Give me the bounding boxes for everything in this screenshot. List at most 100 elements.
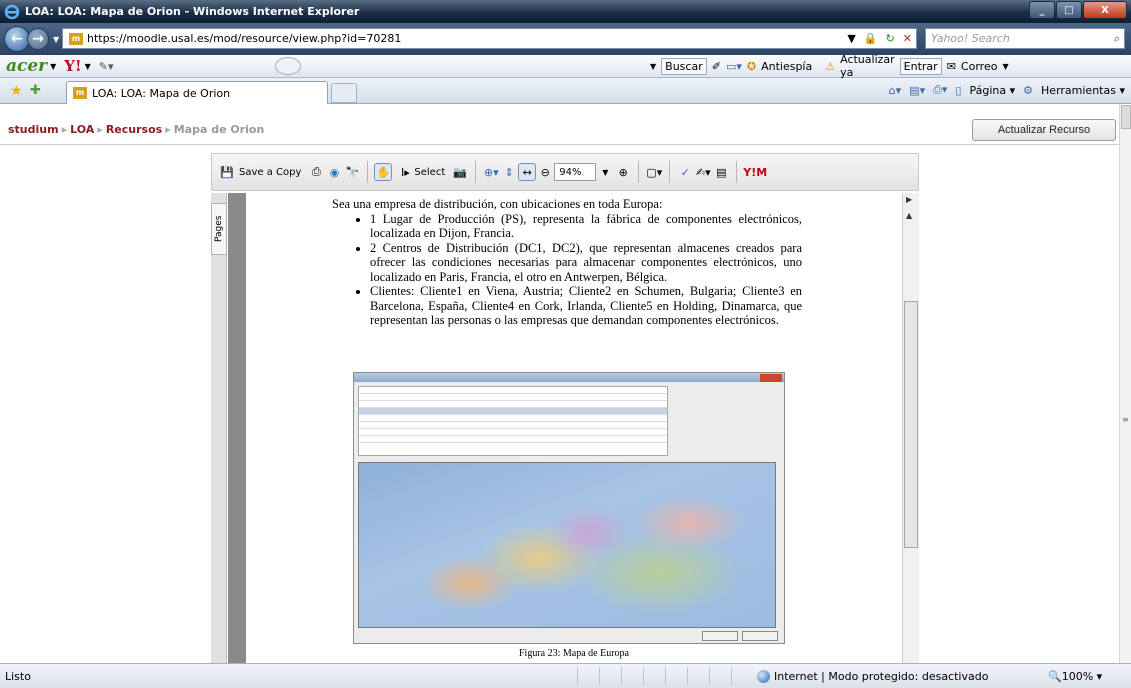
fit-width-icon[interactable]: ↔ <box>518 163 537 181</box>
pdf-scroll-up-icon[interactable]: ▲ <box>906 211 912 220</box>
yahoo-dropdown-icon[interactable]: ▼ <box>85 62 91 71</box>
mail-icon: ✉ <box>946 59 956 73</box>
zoom-field[interactable]: 94% <box>554 163 597 181</box>
moodle-navbar: studium ▸ LOA ▸ Recursos ▸ Mapa de Orion Actua… <box>0 115 1119 145</box>
address-field[interactable]: m https://moodle.usal.es/mod/resource/vi… <box>62 28 917 49</box>
moodle-favicon-icon: m <box>69 32 83 45</box>
home-icon[interactable]: ⌂▾ <box>889 84 902 97</box>
search-placeholder: Yahoo! Search <box>931 32 1010 45</box>
add-favorites-icon[interactable]: ✚ <box>30 83 41 98</box>
breadcrumb-studium[interactable]: studium <box>8 123 59 136</box>
pdf-scroll-thumb[interactable] <box>904 301 918 548</box>
correo-button[interactable]: Correo <box>961 60 998 73</box>
zoom-level[interactable]: 🔍100% ▾ <box>1048 670 1102 683</box>
favorites-star-icon[interactable]: ★ <box>10 83 23 99</box>
floppy-icon: 💾 <box>220 165 234 179</box>
pen-icon[interactable]: ✎▾ <box>99 60 114 73</box>
select-tool-button[interactable]: I▸ Select <box>396 163 445 181</box>
list-item: Clientes: Cliente1 en Viena, Austria; Cl… <box>370 284 802 328</box>
moodle-tab-favicon-icon: m <box>73 87 87 99</box>
print-pdf-icon[interactable]: ⎙ <box>307 163 325 181</box>
zoom-out-icon[interactable]: ⊖ <box>536 163 554 181</box>
text-cursor-icon: I▸ <box>401 165 410 179</box>
search-icon[interactable]: ⌕ <box>1114 32 1120 46</box>
print-icon[interactable]: ⎙▾ <box>933 83 947 97</box>
actualizar-ya-button[interactable]: Actualizar ya <box>840 53 895 79</box>
antiespia-button[interactable]: Antiespía <box>761 60 812 73</box>
address-dropdown-icon[interactable]: ▼ <box>847 32 855 45</box>
spellcheck-icon[interactable]: ✓ <box>676 163 694 181</box>
warning-icon: ⚠ <box>825 59 836 73</box>
scroll-grip-icon: ≡ <box>1122 415 1129 424</box>
lock-icon[interactable]: 🔒 <box>864 32 878 45</box>
status-text: Listo <box>5 669 31 683</box>
pagina-menu[interactable]: Página ▾ <box>969 84 1015 97</box>
zoom-magnifier-icon: 🔍 <box>1048 669 1062 683</box>
map-window-titlebar <box>354 373 784 382</box>
europe-map-image <box>358 462 776 628</box>
document-text: Sea una empresa de distribución, con ubi… <box>332 197 802 328</box>
zoom-dropdown-icon[interactable]: ▼ <box>596 163 614 181</box>
stop-icon[interactable]: ✕ <box>903 32 912 45</box>
map-window-close-icon <box>760 374 782 382</box>
pages-tab[interactable]: Pages <box>211 203 227 255</box>
history-dropdown-icon[interactable]: ▼ <box>53 35 59 44</box>
pages-panel: Pages <box>211 193 227 663</box>
feeds-icon[interactable]: ▤▾ <box>909 84 925 97</box>
address-bar-row: ← → ▼ m https://moodle.usal.es/mod/resou… <box>0 23 1131 55</box>
page-icon: ▯ <box>955 83 962 97</box>
search-input[interactable]: Yahoo! Search ⌕ <box>925 28 1125 49</box>
new-tab-button[interactable] <box>331 83 357 103</box>
email-pdf-icon[interactable]: ◉ <box>325 163 343 181</box>
pages-view-icon[interactable]: ▢▾ <box>645 163 663 181</box>
update-resource-button[interactable]: Actualizar Recurso <box>972 119 1116 141</box>
find-binoculars-icon[interactable]: 🔭 <box>343 163 361 181</box>
figure-caption: Figura 23: Mapa de Europa <box>519 648 629 659</box>
pdf-scroll-up-arrow-icon[interactable]: ▶ <box>906 195 912 204</box>
zoom-plus-icon[interactable]: ⊕ <box>614 163 632 181</box>
sign-icon[interactable]: ✍▾ <box>694 163 712 181</box>
maximize-button[interactable]: □ <box>1056 1 1082 19</box>
map-layers-table <box>358 386 668 456</box>
breadcrumb-loa[interactable]: LOA <box>70 123 94 136</box>
yahoo-logo[interactable]: Y! <box>64 57 81 75</box>
hand-tool-icon[interactable]: ✋ <box>374 163 393 181</box>
buscar-button[interactable]: Buscar <box>661 57 707 75</box>
tools-gear-icon: ⚙ <box>1023 83 1034 97</box>
intro-paragraph: Sea una empresa de distribución, con ubi… <box>332 197 663 211</box>
refresh-icon[interactable]: ↻ <box>886 32 895 45</box>
snapshot-camera-icon[interactable]: 📷 <box>451 163 469 181</box>
security-zone[interactable]: Internet | Modo protegido: desactivado <box>757 669 988 683</box>
forward-button[interactable]: → <box>27 28 49 50</box>
entrar-button[interactable]: Entrar <box>899 57 942 75</box>
highlight-icon[interactable]: ✐ <box>712 60 721 73</box>
pdf-viewer: 💾 Save a Copy ⎙ ◉ 🔭 ✋ I▸ Select 📷 ⊕▾ ⇕ ↔… <box>211 153 919 663</box>
correo-dropdown-icon[interactable]: ▼ <box>1002 62 1008 71</box>
pdf-scrollbar[interactable]: ▶ ▲ <box>902 193 919 663</box>
status-cells <box>577 667 753 685</box>
acer-logo[interactable]: acer <box>6 56 47 76</box>
page-scroll-thumb[interactable] <box>1121 105 1131 129</box>
tab-active[interactable]: m LOA: LOA: Mapa de Orion <box>66 81 328 104</box>
pdf-toolbar: 💾 Save a Copy ⎙ ◉ 🔭 ✋ I▸ Select 📷 ⊕▾ ⇕ ↔… <box>211 153 919 191</box>
list-item: 2 Centros de Distribución (DC1, DC2), qu… <box>370 241 802 285</box>
acer-dropdown-icon[interactable]: ▼ <box>50 62 56 71</box>
status-bar: Listo Internet | Modo protegido: desacti… <box>0 663 1131 688</box>
yahoo-search-bubble[interactable] <box>275 57 301 75</box>
close-button[interactable]: X <box>1083 1 1127 19</box>
zoom-in-icon[interactable]: ⊕▾ <box>482 163 500 181</box>
page-scrollbar[interactable]: ≡ <box>1119 105 1131 663</box>
actual-size-icon[interactable]: ⇕ <box>500 163 518 181</box>
herramientas-menu[interactable]: Herramientas ▾ <box>1041 84 1125 97</box>
projection-parameters-panel <box>672 387 782 455</box>
pdf-page: Sea una empresa de distribución, con ubi… <box>246 193 902 663</box>
popup-blocker-icon[interactable]: ▭▾ <box>726 60 742 73</box>
minimize-button[interactable]: _ <box>1029 1 1055 19</box>
breadcrumb-recursos[interactable]: Recursos <box>106 123 162 136</box>
document-icon[interactable]: ▤ <box>712 163 730 181</box>
toolbar-dropdown-icon[interactable]: ▼ <box>650 62 656 71</box>
yahoo-messenger-icon[interactable]: Y!M <box>743 166 767 179</box>
save-copy-button[interactable]: 💾 Save a Copy <box>218 163 301 181</box>
window-title: LOA: LOA: Mapa de Orion - Windows Intern… <box>25 5 360 18</box>
breadcrumb: studium ▸ LOA ▸ Recursos ▸ Mapa de Orion <box>8 123 265 136</box>
